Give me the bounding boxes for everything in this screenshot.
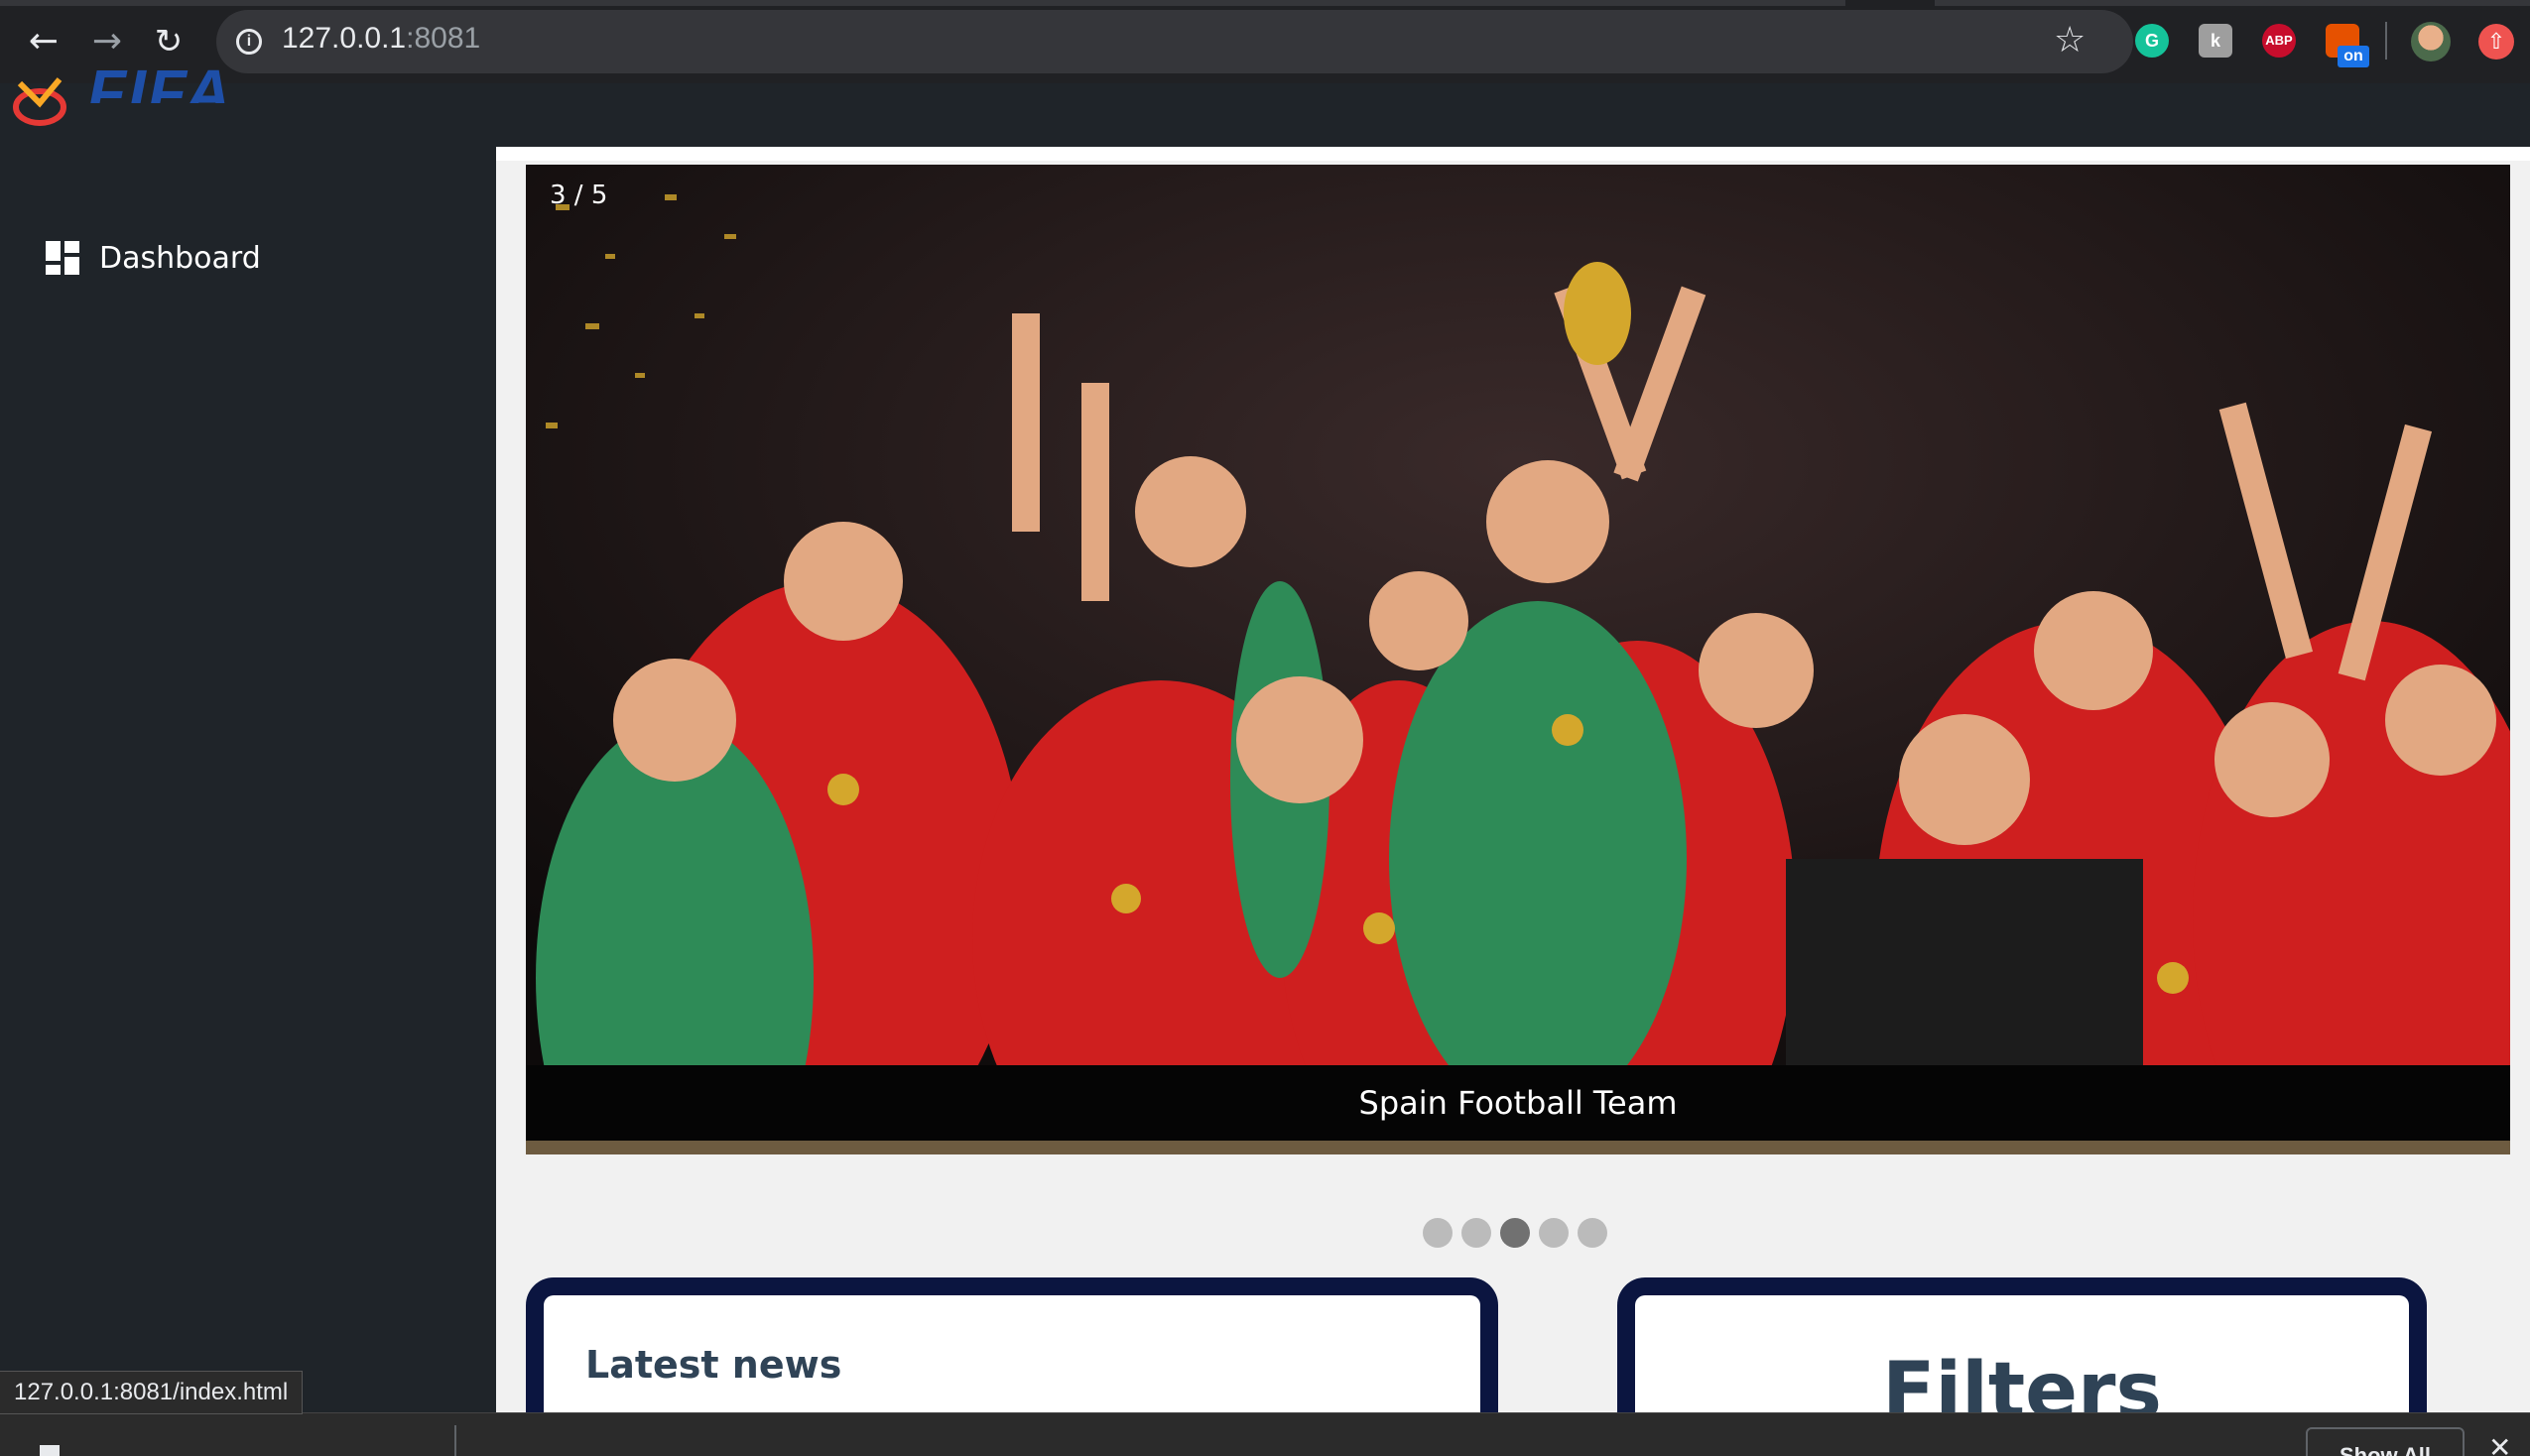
team-photo xyxy=(526,165,2510,1154)
content-top-strip xyxy=(496,147,2530,161)
update-icon[interactable]: ⇧ xyxy=(2478,24,2514,60)
logo-text[interactable]: FIFA xyxy=(87,48,233,103)
slide-dots xyxy=(1423,1218,1607,1248)
extension-badge: on xyxy=(2338,46,2369,67)
site-info-icon[interactable]: i xyxy=(236,29,262,55)
status-url-tooltip: 127.0.0.1:8081/index.html xyxy=(0,1371,304,1414)
latest-news-title: Latest news xyxy=(585,1343,842,1387)
profile-avatar[interactable] xyxy=(2411,22,2451,61)
tab-strip-edge-right xyxy=(1935,0,2530,6)
toolbar-divider xyxy=(2385,22,2387,60)
url-text[interactable]: 127.0.0.1:8081 xyxy=(282,22,480,56)
slide-counter: 3 / 5 xyxy=(550,181,608,210)
close-icon[interactable]: ✕ xyxy=(2488,1431,2511,1456)
fifa-logo-icon xyxy=(13,77,66,126)
downloads-divider xyxy=(454,1425,456,1456)
slide-dot[interactable] xyxy=(1461,1218,1491,1248)
slide-dot[interactable] xyxy=(1578,1218,1607,1248)
dashboard-icon xyxy=(46,241,79,275)
address-bar[interactable] xyxy=(216,10,2133,73)
back-arrow-icon[interactable]: ← xyxy=(22,20,65,63)
downloads-bar: Show All ✕ xyxy=(0,1412,2530,1456)
slide-dot[interactable] xyxy=(1423,1218,1453,1248)
slide-caption: Spain Football Team xyxy=(1358,1084,1678,1122)
grammarly-icon[interactable]: G xyxy=(2135,24,2169,58)
extension-k-icon[interactable]: k xyxy=(2199,24,2232,58)
tab-strip-edge xyxy=(0,0,1845,6)
file-icon[interactable] xyxy=(40,1445,60,1456)
slideshow-image[interactable]: 3 / 5 Spain Football Team xyxy=(526,165,2510,1154)
adblock-icon[interactable]: ABP xyxy=(2262,24,2296,58)
sidebar xyxy=(0,147,496,1416)
sidebar-item-dashboard[interactable]: Dashboard xyxy=(46,238,261,278)
bookmark-star-icon[interactable]: ☆ xyxy=(2054,20,2086,61)
slide-dot-active[interactable] xyxy=(1500,1218,1530,1248)
slide-dot[interactable] xyxy=(1539,1218,1569,1248)
app-topnav xyxy=(0,83,2530,147)
show-all-button[interactable]: Show All xyxy=(2306,1427,2465,1456)
sidebar-item-label: Dashboard xyxy=(99,240,261,276)
